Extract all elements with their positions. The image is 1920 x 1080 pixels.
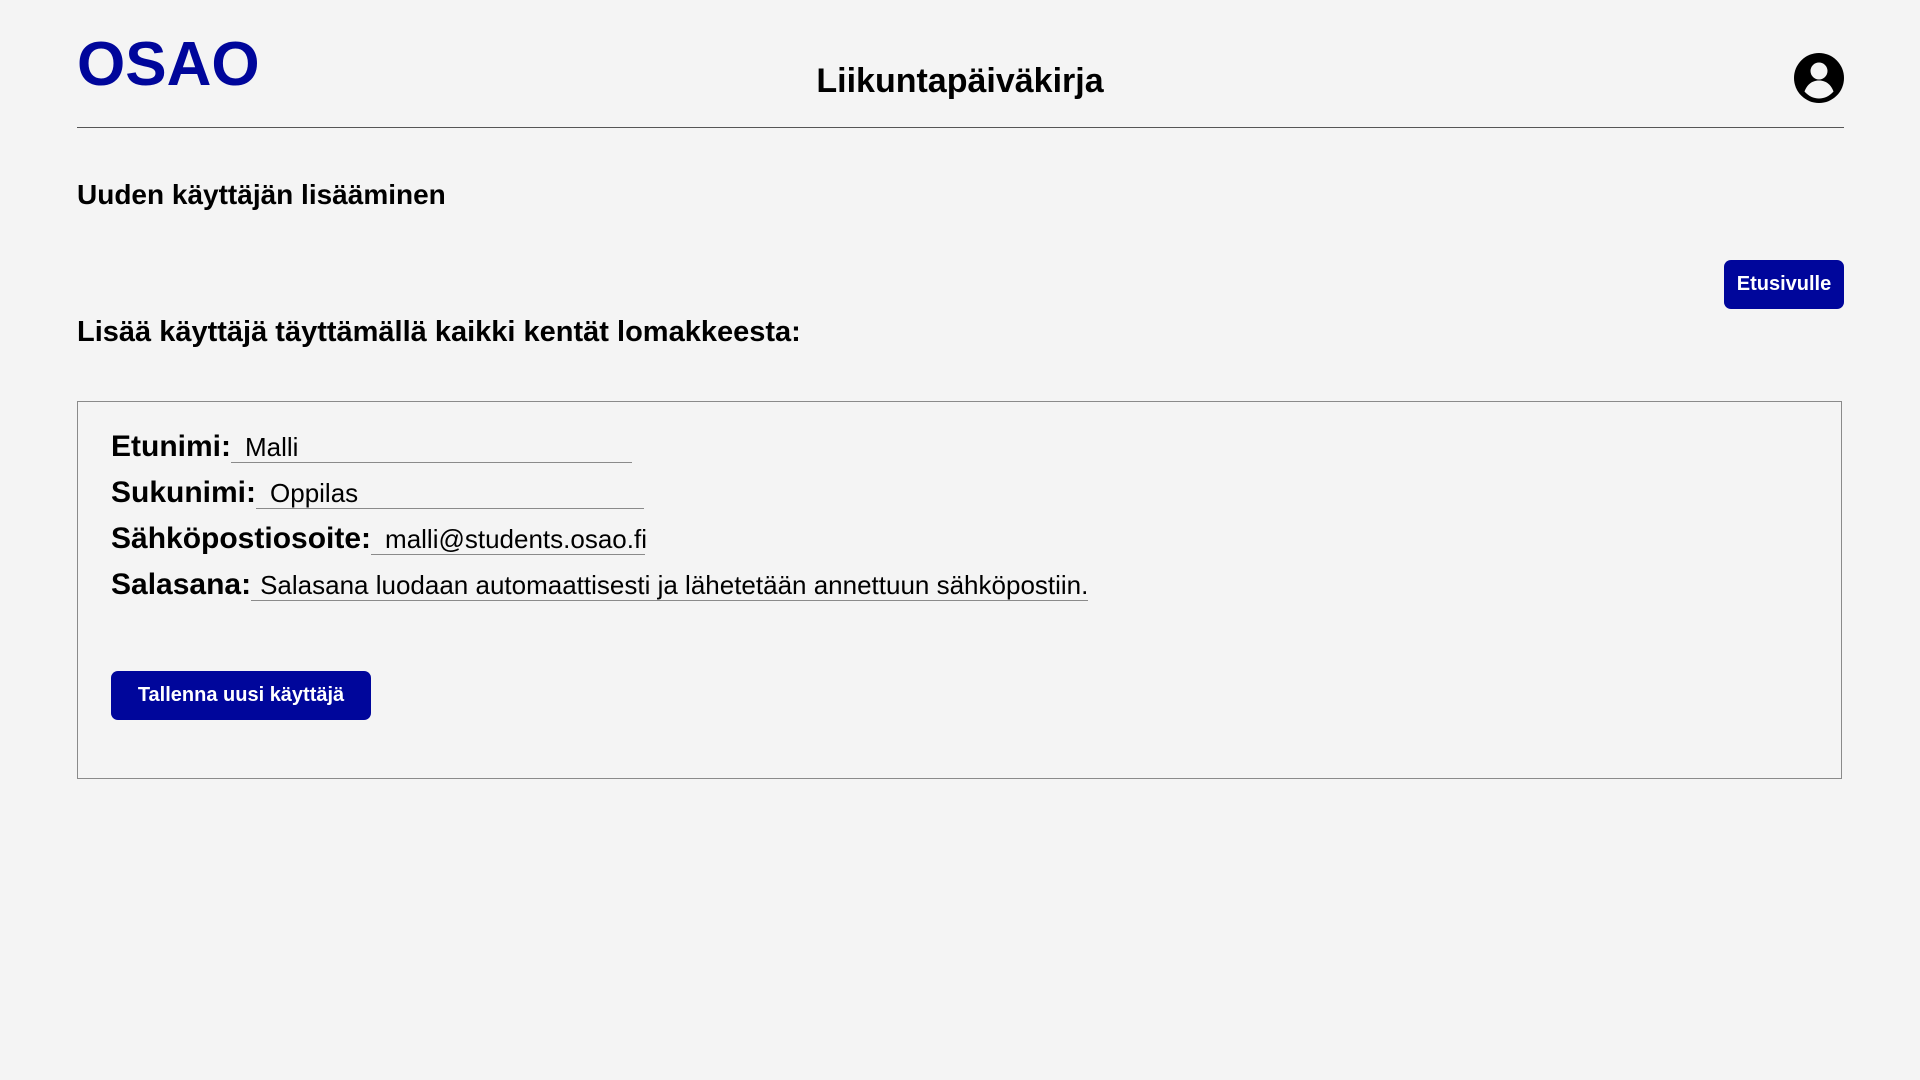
app-title: Liikuntapäiväkirja <box>816 62 1104 100</box>
password-label: Salasana: <box>111 568 252 601</box>
account-circle-icon[interactable] <box>1793 52 1845 104</box>
form-instruction: Lisää käyttäjä täyttämällä kaikki kentät… <box>77 316 801 348</box>
first-name-input[interactable]: Malli <box>231 434 632 463</box>
new-user-form: Etunimi: Malli Sukunimi: Oppilas Sähköpo… <box>77 401 1842 779</box>
email-row: Sähköpostiosoite: malli@students.osao.fi <box>111 522 647 564</box>
section-title: Uuden käyttäjän lisääminen <box>77 179 446 210</box>
first-name-row: Etunimi: Malli <box>111 432 632 472</box>
last-name-row: Sukunimi: Oppilas <box>111 476 645 518</box>
save-new-user-button[interactable]: Tallenna uusi käyttäjä <box>111 671 371 720</box>
password-row: Salasana: Salasana luodaan automaattises… <box>111 570 1088 610</box>
page: OSAO Liikuntapäiväkirja Uuden käyttäjän … <box>0 0 1920 1080</box>
password-info: Salasana luodaan automaattisesti ja lähe… <box>251 572 1088 601</box>
last-name-label: Sukunimi: <box>111 476 257 509</box>
first-name-label: Etunimi: <box>111 430 231 463</box>
header-divider <box>77 127 1844 128</box>
email-label: Sähköpostiosoite: <box>111 522 372 555</box>
email-input[interactable]: malli@students.osao.fi <box>371 526 647 555</box>
home-button[interactable]: Etusivulle <box>1724 260 1844 309</box>
last-name-input[interactable]: Oppilas <box>256 480 645 509</box>
